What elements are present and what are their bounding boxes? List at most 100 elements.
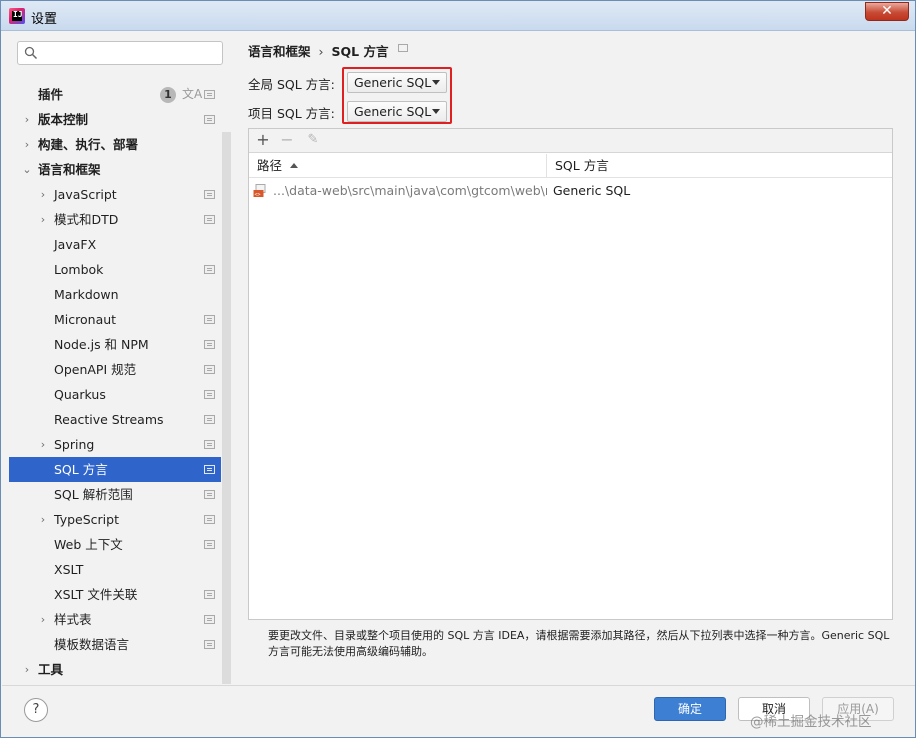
sidebar-item-label: SQL 方言 xyxy=(54,462,108,477)
sidebar-item[interactable]: › 模式和DTD xyxy=(9,207,221,232)
project-scope-icon xyxy=(204,540,215,549)
table-row[interactable]: <> ...\data-web\src\main\java\com\gtcom\… xyxy=(249,179,892,203)
sidebar-item[interactable]: › Spring xyxy=(9,432,221,457)
svg-text:<>: <> xyxy=(255,192,261,198)
project-scope-icon xyxy=(204,390,215,399)
dialect-mapping-table: + − ✎ 路径 SQL 方言 <> ...\data-web\src\main… xyxy=(248,128,893,620)
sidebar-item[interactable]: Markdown xyxy=(9,282,221,307)
project-scope-icon xyxy=(204,190,215,199)
sidebar-item-label: 模板数据语言 xyxy=(54,637,130,652)
sidebar-item-label: Reactive Streams xyxy=(54,412,164,427)
project-scope-icon xyxy=(204,515,215,524)
translate-icon: 文A xyxy=(182,87,203,101)
project-scope-icon xyxy=(204,340,215,349)
chevron-right-icon[interactable]: › xyxy=(21,132,33,157)
chevron-right-icon[interactable]: › xyxy=(21,657,33,682)
dialect-highlight-box xyxy=(342,67,452,124)
sidebar-item[interactable]: OpenAPI 规范 xyxy=(9,357,221,382)
sidebar-item[interactable]: 模板数据语言 xyxy=(9,632,221,657)
help-button[interactable]: ? xyxy=(24,698,48,722)
sidebar-item[interactable]: 插件 1 文A xyxy=(9,82,221,107)
sidebar-item[interactable]: ⌄ 语言和框架 xyxy=(9,157,221,182)
sidebar-item[interactable]: › 工具 xyxy=(9,657,221,682)
sidebar-item-label: TypeScript xyxy=(54,512,119,527)
chevron-right-icon[interactable]: › xyxy=(37,432,49,457)
sidebar-item[interactable]: › 构建、执行、部署 xyxy=(9,132,221,157)
sort-ascending-icon xyxy=(290,163,299,168)
sidebar-item[interactable]: SQL 方言 xyxy=(9,457,221,482)
sidebar-item-label: OpenAPI 规范 xyxy=(54,362,137,377)
row-path-cell[interactable]: <> ...\data-web\src\main\java\com\gtcom\… xyxy=(249,179,547,203)
sidebar-item[interactable]: › 样式表 xyxy=(9,607,221,632)
sidebar-item-label: Lombok xyxy=(54,262,104,277)
sidebar-item[interactable]: XSLT xyxy=(9,557,221,582)
watermark: @稀土掘金技术社区 xyxy=(750,714,872,730)
project-dialect-label: 项目 SQL 方言: xyxy=(248,106,335,121)
close-button[interactable]: ✕ xyxy=(865,2,909,21)
project-scope-icon xyxy=(204,265,215,274)
sidebar-item-label: SQL 解析范围 xyxy=(54,487,133,502)
sidebar-item-label: JavaFX xyxy=(54,237,97,252)
update-count-badge: 1 xyxy=(160,87,176,103)
add-button[interactable]: + xyxy=(253,130,273,150)
remove-button[interactable]: − xyxy=(277,130,297,150)
breadcrumb-parent[interactable]: 语言和框架 xyxy=(248,44,311,59)
sidebar-item[interactable]: Lombok xyxy=(9,257,221,282)
project-scope-icon xyxy=(204,465,215,474)
sidebar-item[interactable]: Web 上下文 xyxy=(9,532,221,557)
dialog-footer: ? 确定 取消 应用(A) @稀土掘金技术社区 xyxy=(2,685,915,737)
chevron-down-icon[interactable]: ⌄ xyxy=(21,157,33,182)
sidebar-item-label: 插件 xyxy=(38,87,64,102)
settings-tree: 插件 1 文A › 版本控制 › 构建、执行、部署 ⌄ 语言和框架 › JavaScript › 模式和… xyxy=(9,72,221,684)
table-header: 路径 SQL 方言 xyxy=(249,154,892,178)
chevron-right-icon[interactable]: › xyxy=(37,182,49,207)
sidebar-item[interactable]: JavaFX xyxy=(9,232,221,257)
sidebar-scrollbar[interactable] xyxy=(222,132,231,684)
chevron-right-icon[interactable]: › xyxy=(37,507,49,532)
sidebar-item-label: 样式表 xyxy=(54,612,92,627)
sidebar-item-label: Spring xyxy=(54,437,95,452)
chevron-right-icon[interactable]: › xyxy=(21,107,33,132)
sidebar-item[interactable]: SQL 解析范围 xyxy=(9,482,221,507)
sidebar-item[interactable]: › TypeScript xyxy=(9,507,221,532)
search-icon xyxy=(24,46,38,60)
sql-dialect-panel: 语言和框架 › SQL 方言 全局 SQL 方言: Generic SQL 项目 S… xyxy=(232,32,915,684)
settings-window: IJ 设置 ✕ 插件 1 文A › 版本控制 › 构建、执行、部署 ⌄ 语言和框架 › JavaSc… xyxy=(0,0,916,738)
sidebar-item[interactable]: Micronaut xyxy=(9,307,221,332)
project-scope-icon xyxy=(204,315,215,324)
chevron-right-icon[interactable]: › xyxy=(37,207,49,232)
project-scope-icon xyxy=(204,365,215,374)
sidebar-item-label: 工具 xyxy=(38,662,64,677)
sidebar-item[interactable]: Node.js 和 NPM xyxy=(9,332,221,357)
project-scope-icon xyxy=(204,115,215,124)
settings-sidebar: 插件 1 文A › 版本控制 › 构建、执行、部署 ⌄ 语言和框架 › JavaScript › 模式和… xyxy=(9,32,231,684)
chevron-right-icon[interactable]: › xyxy=(37,607,49,632)
sidebar-item[interactable]: Reactive Streams xyxy=(9,407,221,432)
sidebar-item[interactable]: XSLT 文件关联 xyxy=(9,582,221,607)
column-header-path[interactable]: 路径 xyxy=(249,154,547,178)
column-header-dialect[interactable]: SQL 方言 xyxy=(547,154,892,178)
sidebar-item-label: Quarkus xyxy=(54,387,106,402)
help-note: 要更改文件、目录或整个项目使用的 SQL 方言 IDEA，请根据需要添加其路径，… xyxy=(268,629,890,658)
sidebar-item-label: Node.js 和 NPM xyxy=(54,337,149,352)
title-bar: IJ 设置 ✕ xyxy=(1,1,915,31)
sidebar-item-label: 版本控制 xyxy=(38,112,89,127)
sidebar-item-label: 语言和框架 xyxy=(38,162,101,177)
sidebar-item-label: XSLT 文件关联 xyxy=(54,587,138,602)
edit-icon[interactable]: ✎ xyxy=(303,130,323,150)
sidebar-item-label: Micronaut xyxy=(54,312,117,327)
project-scope-icon xyxy=(204,215,215,224)
ok-button[interactable]: 确定 xyxy=(654,697,726,721)
global-dialect-label: 全局 SQL 方言: xyxy=(248,77,335,92)
sidebar-item[interactable]: Quarkus xyxy=(9,382,221,407)
search-input[interactable] xyxy=(17,41,223,65)
project-scope-icon xyxy=(204,590,215,599)
breadcrumb-separator: › xyxy=(318,44,324,59)
sidebar-item[interactable]: › JavaScript xyxy=(9,182,221,207)
row-dialect-cell[interactable]: Generic SQL xyxy=(547,179,892,203)
row-path-text: ...\data-web\src\main\java\com\gtcom\web… xyxy=(273,183,547,198)
sidebar-item[interactable]: › 版本控制 xyxy=(9,107,221,132)
table-toolbar: + − ✎ xyxy=(249,129,892,153)
window-title: 设置 xyxy=(31,12,58,27)
breadcrumb: 语言和框架 › SQL 方言 xyxy=(248,41,388,60)
